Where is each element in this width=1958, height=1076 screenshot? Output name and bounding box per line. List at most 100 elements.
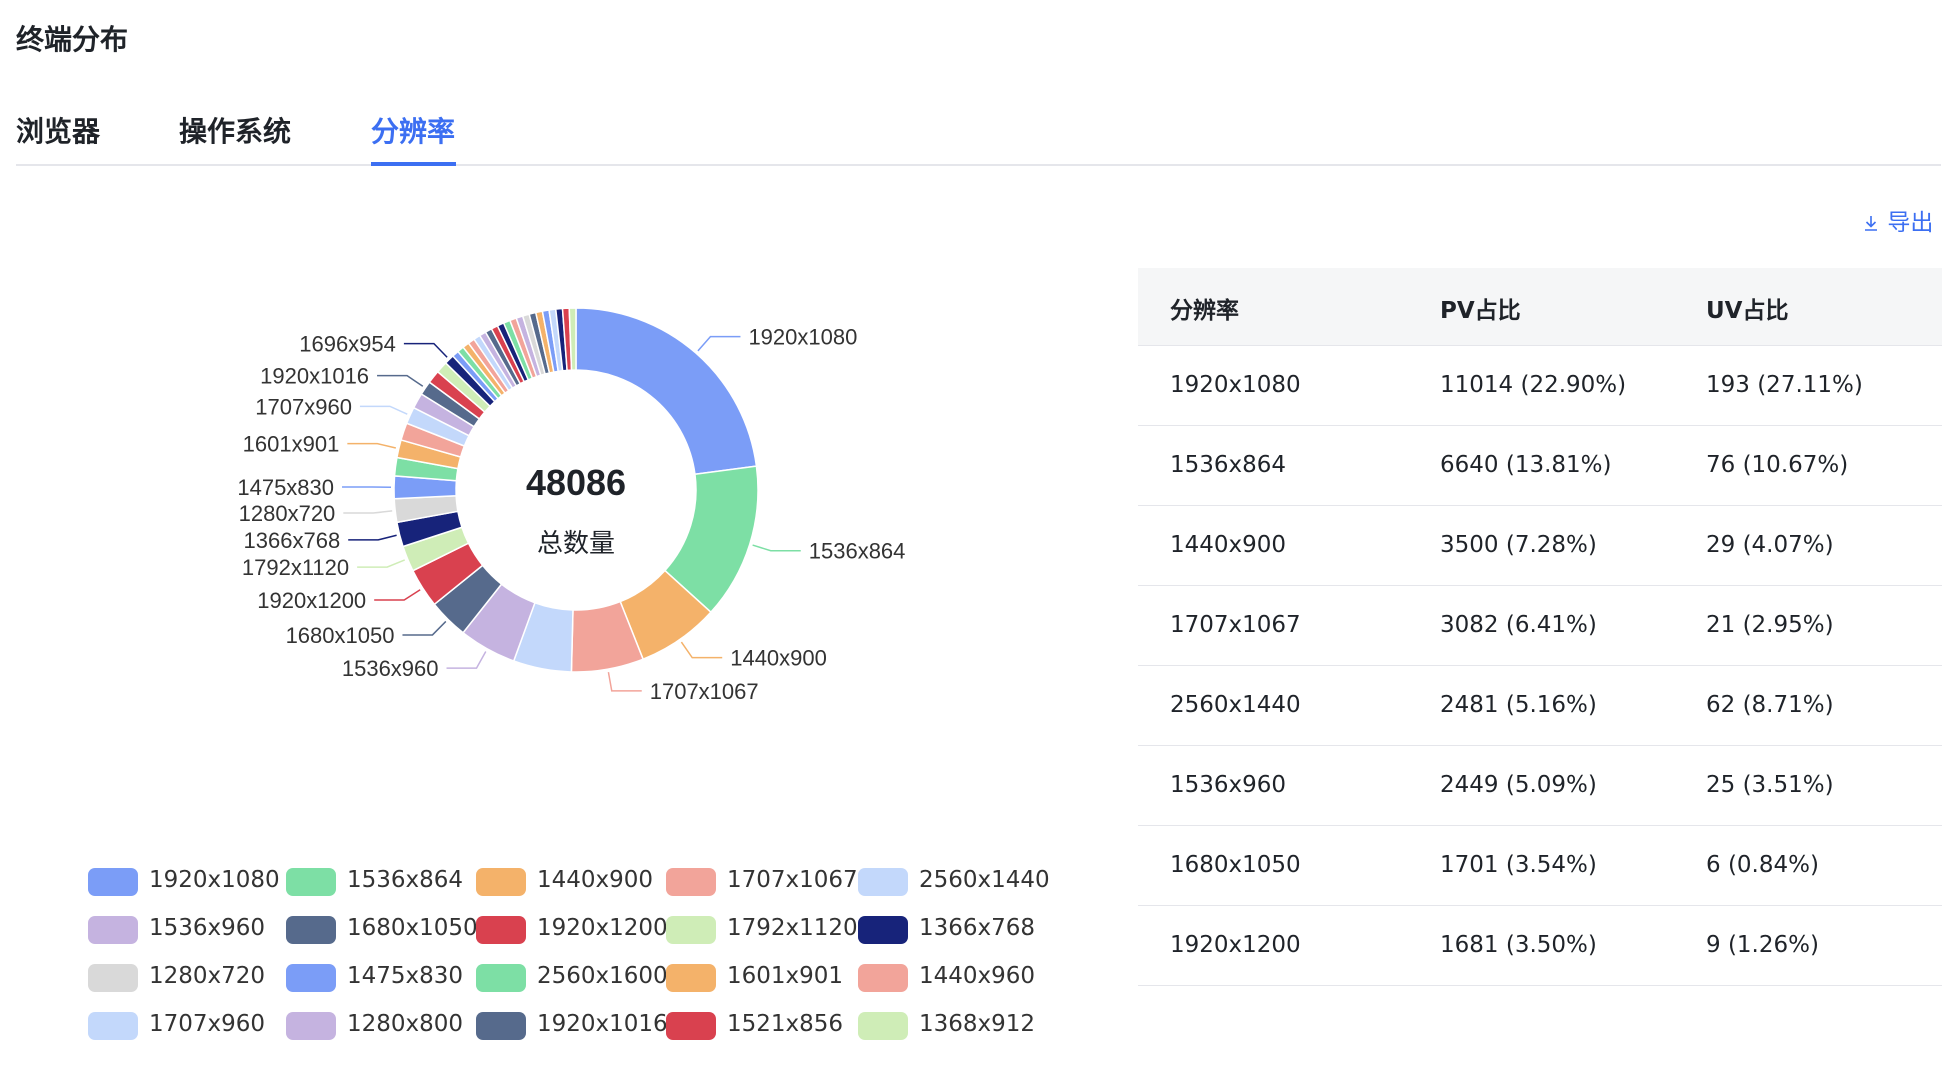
table-row: 1440x900 3500 (7.28%) 29 (4.07%) bbox=[1138, 506, 1942, 586]
donut-center-total: 48086 bbox=[526, 462, 626, 503]
cell-resolution: 1680x1050 bbox=[1170, 852, 1301, 878]
slice-label: 1366x768 bbox=[244, 528, 341, 553]
tab-bar: 浏览器 操作系统 分辨率 bbox=[16, 100, 1941, 166]
legend-swatch bbox=[286, 1012, 336, 1040]
column-header-uv[interactable]: UV占比 bbox=[1706, 291, 1788, 325]
legend-swatch bbox=[858, 916, 908, 944]
tab-browser[interactable]: 浏览器 bbox=[16, 110, 100, 150]
cell-uv: 25 (3.51%) bbox=[1706, 772, 1834, 798]
legend-label: 1536x960 bbox=[149, 915, 266, 941]
cell-resolution: 2560x1440 bbox=[1170, 692, 1301, 718]
legend-label: 1366x768 bbox=[919, 915, 1036, 941]
table-row: 1680x1050 1701 (3.54%) 6 (0.84%) bbox=[1138, 826, 1942, 906]
slice-label-line bbox=[752, 544, 801, 552]
legend-swatch bbox=[88, 868, 138, 896]
table-row: 1536x864 6640 (13.81%) 76 (10.67%) bbox=[1138, 426, 1942, 506]
table-row: 1920x1200 1681 (3.50%) 9 (1.26%) bbox=[1138, 906, 1942, 986]
cell-resolution: 1536x864 bbox=[1170, 452, 1287, 478]
slice-label-line bbox=[348, 534, 397, 541]
cell-pv: 1701 (3.54%) bbox=[1440, 852, 1597, 878]
slice-label: 1792x1120 bbox=[242, 555, 349, 580]
legend-label: 1920x1016 bbox=[537, 1011, 668, 1037]
table-row: 1536x960 2449 (5.09%) 25 (3.51%) bbox=[1138, 746, 1942, 826]
cell-pv: 3082 (6.41%) bbox=[1440, 612, 1597, 638]
slice-label-line bbox=[403, 342, 448, 358]
slice-label: 1280x720 bbox=[239, 501, 336, 526]
legend-swatch bbox=[476, 1012, 526, 1040]
legend-swatch bbox=[858, 868, 908, 896]
resolution-donut-chart: 1920x1080 1536x864 1440x900 1707x1067 1536x9… bbox=[237, 307, 906, 704]
tab-resolution[interactable]: 分辨率 bbox=[371, 110, 455, 150]
legend-swatch bbox=[476, 916, 526, 944]
legend-swatch bbox=[286, 964, 336, 992]
export-label: 导出 bbox=[1887, 210, 1934, 236]
legend-label: 1920x1080 bbox=[149, 867, 280, 893]
slice-label: 1920x1016 bbox=[260, 364, 369, 389]
cell-uv: 76 (10.67%) bbox=[1706, 452, 1849, 478]
legend-label: 1707x1067 bbox=[727, 867, 858, 893]
legend-label: 1280x720 bbox=[149, 963, 266, 989]
slice-label: 1920x1080 bbox=[748, 325, 857, 350]
legend-label: 1521x856 bbox=[727, 1011, 844, 1037]
cell-uv: 6 (0.84%) bbox=[1706, 852, 1819, 878]
export-button[interactable]: 导出 bbox=[1862, 203, 1933, 237]
cell-uv: 21 (2.95%) bbox=[1706, 612, 1834, 638]
column-header-pv[interactable]: PV占比 bbox=[1440, 291, 1521, 325]
page-title: 终端分布 bbox=[16, 23, 129, 56]
slice-label-line bbox=[374, 589, 421, 601]
slice-label-line bbox=[359, 405, 408, 415]
slice-label: 1680x1050 bbox=[286, 623, 395, 648]
legend-swatch bbox=[88, 964, 138, 992]
legend-swatch bbox=[286, 916, 336, 944]
column-header-resolution[interactable]: 分辨率 bbox=[1170, 291, 1239, 325]
slice-label: 1536x960 bbox=[342, 656, 439, 681]
slice-label-line bbox=[402, 620, 447, 636]
tab-os[interactable]: 操作系统 bbox=[179, 110, 291, 150]
cell-uv: 29 (4.07%) bbox=[1706, 532, 1834, 558]
slice-label-line bbox=[446, 651, 487, 669]
legend-label: 1440x900 bbox=[537, 867, 654, 893]
legend-swatch bbox=[666, 964, 716, 992]
slice-label: 1920x1200 bbox=[257, 588, 366, 613]
cell-pv: 11014 (22.90%) bbox=[1440, 372, 1627, 398]
slice-label: 1601x901 bbox=[243, 432, 340, 457]
cell-pv: 2449 (5.09%) bbox=[1440, 772, 1597, 798]
legend-label: 1536x864 bbox=[347, 867, 464, 893]
legend-swatch bbox=[286, 868, 336, 896]
legend-label: 1280x800 bbox=[347, 1011, 464, 1037]
slice-label: 1536x864 bbox=[809, 539, 906, 564]
cell-resolution: 1536x960 bbox=[1170, 772, 1287, 798]
slice-label: 1707x960 bbox=[255, 394, 352, 419]
table-row: 2560x1440 2481 (5.16%) 62 (8.71%) bbox=[1138, 666, 1942, 746]
legend-label: 1368x912 bbox=[919, 1011, 1036, 1037]
legend-swatch bbox=[858, 1012, 908, 1040]
resolution-table: 分辨率 PV占比 UV占比 1920x1080 11014 (22.90%) 1… bbox=[1138, 268, 1942, 986]
cell-resolution: 1440x900 bbox=[1170, 532, 1287, 558]
legend-swatch bbox=[666, 1012, 716, 1040]
slice-label-line bbox=[607, 672, 642, 692]
slice-label-line bbox=[357, 559, 406, 568]
cell-resolution: 1920x1080 bbox=[1170, 372, 1301, 398]
cell-uv: 9 (1.26%) bbox=[1706, 932, 1819, 958]
legend-label: 1440x960 bbox=[919, 963, 1036, 989]
legend-label: 1920x1200 bbox=[537, 915, 668, 941]
download-icon bbox=[1862, 210, 1887, 236]
slice-label: 1696x954 bbox=[299, 332, 396, 357]
pie-slice-1920x1080[interactable] bbox=[575, 307, 758, 476]
legend-label: 2560x1600 bbox=[537, 963, 668, 989]
legend-label: 1792x1120 bbox=[727, 915, 858, 941]
cell-pv: 2481 (5.16%) bbox=[1440, 692, 1597, 718]
legend-label: 1707x960 bbox=[149, 1011, 266, 1037]
legend-swatch bbox=[476, 964, 526, 992]
slice-label: 1707x1067 bbox=[650, 679, 759, 704]
legend-label: 1475x830 bbox=[347, 963, 464, 989]
cell-pv: 6640 (13.81%) bbox=[1440, 452, 1612, 478]
slice-label-line bbox=[377, 374, 424, 387]
legend-swatch bbox=[858, 964, 908, 992]
slice-label-line bbox=[347, 442, 397, 449]
legend-swatch bbox=[666, 916, 716, 944]
slice-label-line bbox=[697, 335, 741, 352]
donut-center-label: 总数量 bbox=[537, 529, 615, 559]
cell-resolution: 1707x1067 bbox=[1170, 612, 1301, 638]
cell-resolution: 1920x1200 bbox=[1170, 932, 1301, 958]
